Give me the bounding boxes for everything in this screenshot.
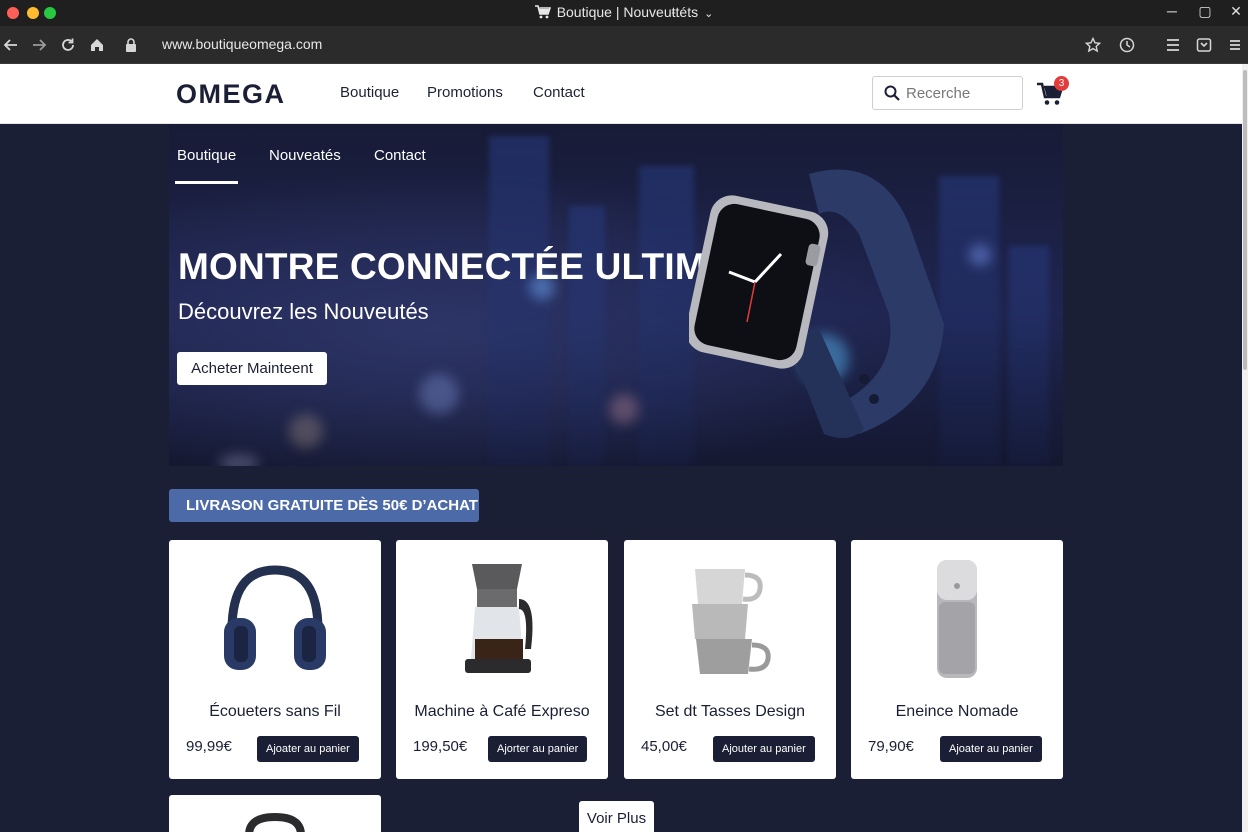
headphones-icon: [224, 565, 326, 670]
product-price: 79,90€: [868, 738, 914, 755]
minimize-icon[interactable]: ─: [1162, 3, 1182, 19]
address-bar[interactable]: www.boutiqueomega.com: [162, 36, 322, 52]
free-shipping-banner: LIVRASON GRATUITE DÈS 50€ D’ACHAT: [169, 489, 479, 522]
hero-tab-boutique[interactable]: Boutique: [177, 147, 236, 164]
cart-count-badge: 3: [1054, 76, 1069, 91]
tab-title-text: Boutique | Nouveuŧtéts: [556, 4, 699, 20]
reading-list-icon[interactable]: [1164, 36, 1182, 54]
product-name[interactable]: Eneince Nomade: [851, 703, 1063, 721]
star-icon[interactable]: [1084, 36, 1102, 54]
menu-icon[interactable]: [1226, 36, 1244, 54]
add-to-cart-button[interactable]: Ajouter au panier: [713, 736, 815, 762]
add-to-cart-button[interactable]: Ajoater au panier: [940, 736, 1042, 762]
product-card[interactable]: Set dt Tasses Design 45,00€ Ajouter au p…: [624, 540, 836, 779]
product-card-partial[interactable]: [169, 795, 381, 832]
nav-boutique[interactable]: Boutique: [340, 84, 399, 101]
nav-contact[interactable]: Contact: [533, 84, 585, 101]
search-input[interactable]: [906, 82, 1018, 104]
close-icon[interactable]: ✕: [1226, 3, 1246, 20]
search-box[interactable]: [872, 76, 1023, 110]
history-icon[interactable]: [1118, 36, 1136, 54]
product-price: 199,50€: [413, 738, 468, 755]
product-name[interactable]: Écoueters sans Fil: [169, 703, 381, 721]
product-card[interactable]: Machine à Café Expreso 199,50€ Ajorter a…: [396, 540, 608, 779]
product-card[interactable]: Eneince Nomade 79,90€ Ajoater au panier: [851, 540, 1063, 779]
forward-icon[interactable]: [30, 36, 48, 54]
product-name[interactable]: Machine à Café Expreso: [396, 703, 608, 721]
maximize-icon[interactable]: ▢: [1195, 3, 1215, 20]
pocket-icon[interactable]: [1195, 36, 1213, 54]
hero-tab-contact[interactable]: Contact: [374, 147, 426, 164]
site-logo[interactable]: OMEGA: [176, 79, 286, 110]
coffee-machine-icon: [465, 564, 533, 673]
buy-now-button[interactable]: Acheter Mainteent: [177, 352, 327, 385]
window-titlebar: Boutique | Nouveuŧtéts ⌄ ─ ▢ ✕: [0, 0, 1248, 26]
add-to-cart-button[interactable]: Ajorter au panier: [488, 736, 588, 762]
lock-icon[interactable]: [122, 36, 140, 54]
cups-icon: [692, 569, 771, 674]
hero-title: MONTRE CONNECTÉE ULTIME: [178, 246, 731, 287]
site-header: OMEGA Boutique Promotions Contact 3: [0, 64, 1242, 124]
add-to-cart-button[interactable]: Ajoater au panier: [257, 736, 359, 762]
browser-toolbar: www.boutiqueomega.com: [0, 26, 1248, 64]
search-icon: [884, 85, 900, 101]
cart-favicon-icon: [534, 5, 551, 19]
chevron-down-icon[interactable]: ⌄: [704, 8, 713, 20]
reload-icon[interactable]: [59, 36, 77, 54]
speaker-icon: [937, 560, 977, 678]
nav-promotions[interactable]: Promotions: [427, 84, 503, 101]
product-price: 99,99€: [186, 738, 232, 755]
city-background: [489, 136, 549, 466]
product-card[interactable]: Écoueters sans Fil 99,99€ Ajoater au pan…: [169, 540, 381, 779]
smartwatch-image: [689, 169, 944, 438]
back-icon[interactable]: [2, 36, 20, 54]
tab-title[interactable]: Boutique | Nouveuŧtéts ⌄: [0, 4, 1248, 20]
see-more-button[interactable]: Voir Plus: [579, 801, 654, 832]
scrollbar-thumb[interactable]: [1243, 70, 1247, 370]
hero-tab-nouveautes[interactable]: Nouveatés: [269, 147, 341, 164]
product-name[interactable]: Set dt Tasses Design: [624, 703, 836, 721]
hero-subtitle: Découvrez les Nouveutés: [178, 299, 429, 324]
active-tab-indicator: [175, 181, 238, 184]
hero-banner: Boutique Nouveatés Contact MONTRE CONNEC…: [169, 124, 1063, 466]
product-price: 45,00€: [641, 738, 687, 755]
home-icon[interactable]: [88, 36, 106, 54]
headphones-icon: [245, 812, 305, 832]
